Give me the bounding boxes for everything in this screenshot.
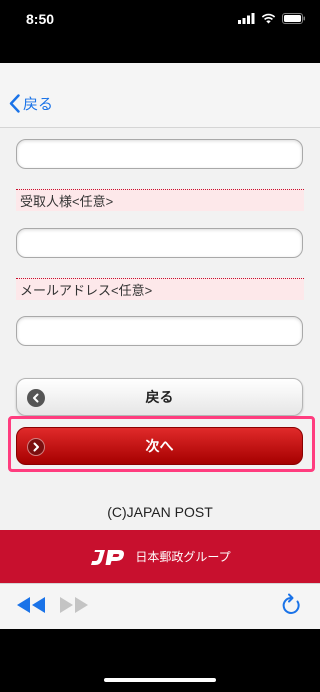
rewind-icon[interactable] xyxy=(16,596,46,614)
status-bar: 8:50 xyxy=(0,0,320,44)
reload-icon[interactable] xyxy=(281,593,303,617)
status-time: 8:50 xyxy=(26,11,55,27)
nav-back-link[interactable]: 戻る xyxy=(9,93,53,114)
email-field[interactable] xyxy=(16,316,303,346)
recipient-label: 受取人様<任意> xyxy=(16,189,304,211)
back-button[interactable]: 戻る xyxy=(16,378,303,416)
home-indicator xyxy=(104,678,216,682)
status-icons xyxy=(238,13,306,24)
circle-arrow-left-icon xyxy=(27,389,45,407)
nav-back-label: 戻る xyxy=(23,96,54,113)
text-field[interactable] xyxy=(16,139,303,169)
chevron-left-icon xyxy=(9,94,20,113)
jp-logo-icon xyxy=(91,549,125,565)
browser-toolbar xyxy=(0,583,320,629)
back-button-label: 戻る xyxy=(145,389,174,405)
nav-bar: 戻る xyxy=(0,63,320,128)
copyright-text: (C)JAPAN POST xyxy=(107,504,213,520)
browser-screen: 戻る 受取人様<任意> メールアドレス<任意> 戻る 次へ (C)JAPAN P… xyxy=(0,63,320,629)
recipient-field[interactable] xyxy=(16,228,303,258)
battery-icon xyxy=(282,13,305,24)
fast-forward-icon[interactable] xyxy=(59,596,89,614)
signal-icon xyxy=(238,13,255,24)
wifi-icon xyxy=(261,13,276,24)
email-label: メールアドレス<任意> xyxy=(16,278,304,300)
brand-text: 日本郵政グループ xyxy=(135,550,231,564)
footer-band: 日本郵政グループ xyxy=(0,530,320,583)
footer-logo[interactable]: 日本郵政グループ xyxy=(89,546,231,568)
highlight-box xyxy=(8,416,315,472)
